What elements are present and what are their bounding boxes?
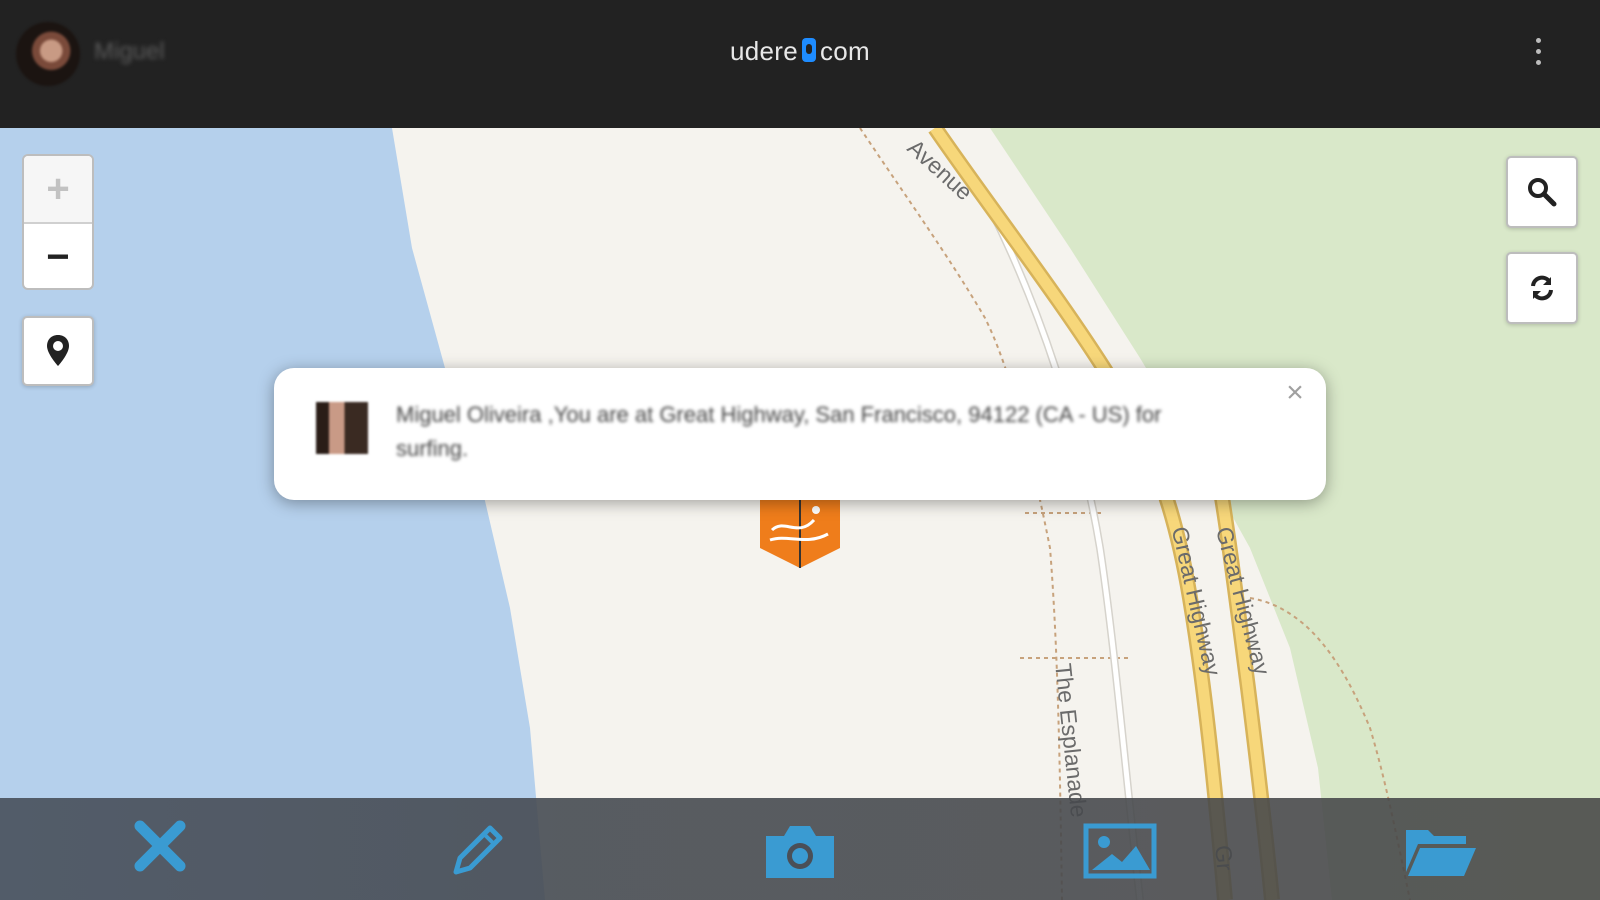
surfing-marker[interactable] [758, 490, 842, 570]
search-button[interactable] [1506, 156, 1578, 228]
surfing-marker-icon [760, 490, 840, 568]
zoom-in-button[interactable]: + [24, 156, 92, 224]
close-button[interactable] [120, 820, 200, 896]
locate-button[interactable] [22, 316, 94, 386]
search-icon [1528, 178, 1557, 207]
brand-mark-icon [801, 38, 816, 62]
camera-button[interactable] [760, 820, 840, 896]
open-folder-button[interactable] [1400, 820, 1480, 896]
app-header: Miguel udere com [0, 0, 1600, 128]
camera-icon [766, 826, 834, 878]
brand-text-right: com [819, 36, 871, 66]
overflow-menu-icon[interactable] [1528, 36, 1548, 68]
edit-button[interactable] [438, 820, 518, 896]
zoom-out-button[interactable]: − [24, 224, 92, 288]
zoom-control: + − [22, 154, 94, 290]
pencil-icon [453, 825, 503, 875]
image-icon [1083, 823, 1157, 879]
location-popup: Miguel Oliveira ,You are at Great Highwa… [274, 368, 1326, 500]
close-icon [134, 820, 186, 872]
refresh-button[interactable] [1506, 252, 1578, 324]
popup-avatar [316, 402, 368, 454]
map-pin-icon [47, 335, 69, 366]
folder-open-icon [1406, 830, 1476, 876]
brand-text-left: udere [729, 36, 798, 66]
brand-logo: udere com [0, 36, 1600, 67]
gallery-button[interactable] [1080, 820, 1160, 896]
bottom-toolbar [0, 798, 1600, 900]
popup-message: Miguel Oliveira ,You are at Great Highwa… [396, 402, 1162, 461]
popup-close-icon[interactable]: × [1280, 378, 1310, 408]
refresh-icon [1531, 275, 1553, 301]
